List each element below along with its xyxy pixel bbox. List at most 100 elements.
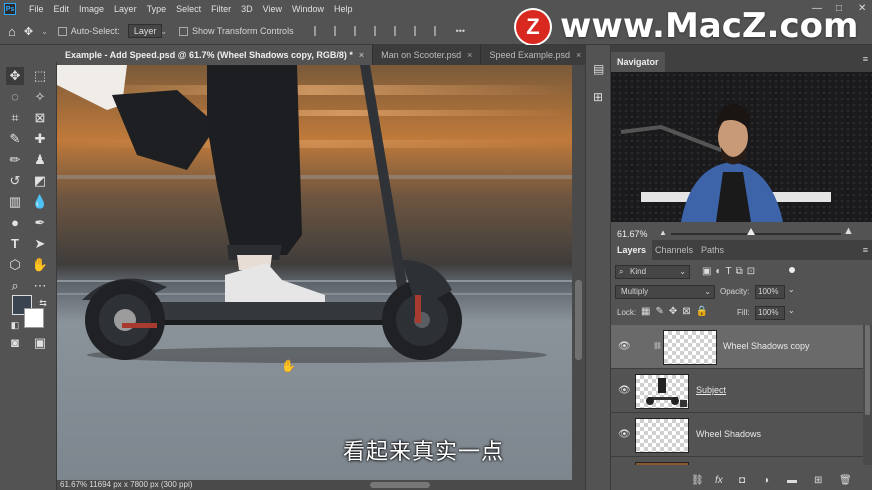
adjustment-icon[interactable]: ◑ (763, 475, 769, 486)
history-brush-tool-icon[interactable]: ↺ (6, 172, 24, 190)
document-canvas[interactable]: ✋ (57, 65, 572, 480)
tab-speed-example[interactable]: Speed Example.psd × (481, 45, 591, 65)
link-icon[interactable]: ⛓ (691, 475, 704, 486)
properties-panel-icon[interactable]: ⊞ (593, 90, 603, 104)
zoom-slider-handle[interactable] (746, 228, 755, 235)
fill-dropdown-icon[interactable]: ⌄ (788, 306, 795, 315)
hand-tool-icon[interactable]: ✋ (31, 256, 49, 274)
zoom-in-icon[interactable]: ▲ (843, 225, 854, 237)
scroll-thumb[interactable] (575, 280, 582, 360)
align-bottom-icon[interactable] (413, 26, 426, 36)
move-tool-preset-icon[interactable]: ✥ (24, 25, 33, 38)
type-filter-icon[interactable]: T (726, 266, 736, 277)
auto-select-checkbox[interactable] (57, 26, 67, 36)
more-tools-icon[interactable]: ⋯ (31, 277, 49, 295)
layers-scrollbar[interactable] (863, 325, 872, 465)
layer-row-wheel-shadows[interactable]: 👁 Wheel Shadows (611, 413, 863, 457)
opacity-dropdown-icon[interactable]: ⌄ (788, 285, 795, 294)
menu-layer[interactable]: Layer (109, 4, 142, 14)
clone-stamp-tool-icon[interactable]: ♟ (31, 151, 49, 169)
tab-paths[interactable]: Paths (695, 240, 730, 260)
tab-man-on-scooter[interactable]: Man on Scooter.psd × (373, 45, 482, 65)
lock-position-icon[interactable]: ✥ (669, 306, 682, 317)
menu-type[interactable]: Type (142, 4, 172, 14)
menu-edit[interactable]: Edit (49, 4, 75, 14)
folder-icon[interactable]: ▬ (787, 475, 797, 486)
distribute-icon[interactable] (433, 26, 446, 36)
mask-icon[interactable]: ◘ (739, 475, 745, 486)
zoom-out-icon[interactable]: ▲ (659, 228, 667, 237)
menu-3d[interactable]: 3D (236, 4, 258, 14)
more-options-button[interactable]: ••• (456, 26, 465, 36)
show-transform-checkbox[interactable] (179, 26, 189, 36)
dodge-tool-icon[interactable]: ● (6, 214, 24, 232)
menu-help[interactable]: Help (329, 4, 358, 14)
lock-transparent-icon[interactable]: ▦ (641, 306, 655, 317)
canvas-horizontal-scrollbar[interactable] (370, 482, 430, 488)
navigator-zoom-slider[interactable] (671, 228, 841, 235)
lock-all-icon[interactable]: 🔒 (696, 306, 713, 317)
filter-toggle[interactable] (789, 267, 795, 273)
layer-name[interactable]: Wheel Shadows (696, 429, 761, 439)
pixel-filter-icon[interactable]: ▣ (702, 266, 715, 277)
crop-tool-icon[interactable]: ⌗ (6, 109, 24, 127)
path-selection-tool-icon[interactable]: ➤ (31, 235, 49, 253)
tab-layers[interactable]: Layers (611, 240, 653, 260)
navigator-preview[interactable]: 61.67% ▲ ▲ (611, 72, 872, 264)
lock-artboard-icon[interactable]: ⊠ (682, 306, 695, 317)
panel-menu-icon[interactable]: ≡ (863, 54, 868, 64)
trash-icon[interactable]: 🗑 (839, 475, 852, 486)
quick-mask-icon[interactable]: ◙ (6, 334, 24, 352)
tab-example-add-speed[interactable]: Example - Add Speed.psd @ 61.7% (Wheel S… (57, 45, 374, 65)
close-window-button[interactable]: ✕ (858, 3, 866, 14)
marquee-tool-icon[interactable]: ⬚ (31, 67, 49, 85)
history-panel-icon[interactable]: ▤ (593, 62, 604, 76)
menu-file[interactable]: File (24, 4, 49, 14)
menu-view[interactable]: View (258, 4, 287, 14)
menu-window[interactable]: Window (287, 4, 329, 14)
gradient-tool-icon[interactable]: ▥ (6, 193, 24, 211)
type-tool-icon[interactable]: T (6, 235, 24, 253)
smart-filter-icon[interactable]: ⊡ (747, 266, 759, 277)
close-tab-icon[interactable]: × (467, 50, 472, 60)
swap-colors-icon[interactable]: ⇆ (34, 294, 52, 312)
navigator-zoom-value[interactable]: 61.67% (617, 229, 648, 239)
adjustment-filter-icon[interactable]: ◐ (715, 266, 725, 277)
align-right-icon[interactable] (353, 26, 366, 36)
layer-row-subject[interactable]: 👁 Subject (611, 369, 863, 413)
navigator-tab[interactable]: Navigator (611, 52, 665, 72)
new-layer-icon[interactable]: ⊞ (814, 475, 822, 486)
default-colors-icon[interactable]: ◧ (6, 316, 24, 334)
menu-image[interactable]: Image (74, 4, 109, 14)
fx-icon[interactable]: fx (715, 475, 723, 486)
zoom-tool-icon[interactable]: ⌕ (6, 277, 24, 295)
lock-image-icon[interactable]: ✎ (655, 306, 668, 317)
align-top-icon[interactable] (373, 26, 386, 36)
menu-select[interactable]: Select (171, 4, 206, 14)
frame-tool-icon[interactable]: ⊠ (31, 109, 49, 127)
layer-row-background[interactable] (611, 457, 863, 465)
lasso-tool-icon[interactable]: ◌ (6, 88, 24, 106)
auto-select-dropdown[interactable]: Layer (127, 24, 163, 38)
layers-panel-menu-icon[interactable]: ≡ (863, 245, 868, 255)
fill-input[interactable]: 100% (755, 306, 785, 320)
screen-mode-icon[interactable]: ▣ (31, 334, 49, 352)
home-icon[interactable]: ⌂ (8, 24, 16, 39)
layer-name[interactable]: Subject (696, 385, 726, 395)
shape-tool-icon[interactable]: ⬡ (6, 256, 24, 274)
pen-tool-icon[interactable]: ✒ (31, 214, 49, 232)
eraser-tool-icon[interactable]: ◩ (31, 172, 49, 190)
magic-wand-tool-icon[interactable]: ✧ (31, 88, 49, 106)
brush-tool-icon[interactable]: ✏ (6, 151, 24, 169)
shape-filter-icon[interactable]: ⧉ (736, 266, 747, 277)
visibility-eye-icon[interactable]: 👁 (618, 385, 631, 396)
move-tool-icon[interactable]: ✥ (6, 67, 24, 85)
visibility-eye-icon[interactable]: 👁 (618, 341, 631, 352)
opacity-input[interactable]: 100% (755, 285, 785, 299)
align-middle-icon[interactable] (393, 26, 406, 36)
close-tab-icon[interactable]: × (359, 50, 364, 60)
blend-mode-dropdown[interactable]: Multiply ⌄ (615, 285, 715, 299)
eyedropper-tool-icon[interactable]: ✎ (6, 130, 24, 148)
healing-brush-tool-icon[interactable]: ✚ (31, 130, 49, 148)
visibility-eye-icon[interactable]: 👁 (618, 429, 631, 440)
